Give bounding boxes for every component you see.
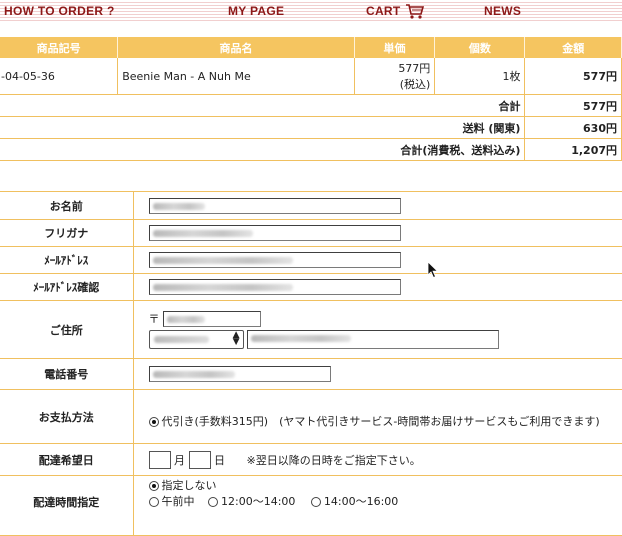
item-quantity: 1枚 xyxy=(434,58,526,95)
address-label: ご住所 xyxy=(0,300,134,359)
month-suffix: 月 xyxy=(174,453,185,467)
order-summary-table: 商品記号 商品名 単価 個数 金額 5-04-05-36 Beenie Man … xyxy=(0,37,622,161)
item-price-value: 577円 xyxy=(398,62,431,75)
time-14-16-radio[interactable] xyxy=(310,497,321,507)
furigana-input[interactable] xyxy=(148,225,401,241)
grand-total-value: 1,207円 xyxy=(524,138,622,161)
table-row: 5-04-05-36 Beenie Man - A Nuh Me 577円 (税… xyxy=(0,58,622,95)
email-confirm-label: ﾒｰﾙｱﾄﾞﾚｽ確認 xyxy=(0,273,134,301)
shipping-value: 630円 xyxy=(524,116,622,139)
customer-form: お名前 フリガナ ﾒｰﾙｱﾄﾞﾚｽ ﾒｰﾙｱﾄﾞﾚｽ確認 ご住所 〒 ▲ ▼ 電… xyxy=(0,191,622,536)
item-code: 5-04-05-36 xyxy=(0,58,119,95)
grand-total-label: 合計(消費税、送料込み) xyxy=(354,138,526,161)
mouse-cursor-icon xyxy=(427,261,439,279)
payment-cod-radio[interactable] xyxy=(148,416,159,427)
top-navigation: HOW TO ORDER ? MY PAGE CART NEWS xyxy=(0,0,622,22)
time-12-14-label: 12:00～14:00 xyxy=(221,495,296,508)
day-suffix: 日 xyxy=(214,453,225,467)
item-amount: 577円 xyxy=(524,58,622,95)
delivery-day-input[interactable] xyxy=(188,450,211,469)
chevron-updown-icon: ▲ ▼ xyxy=(232,329,240,347)
header-product-code: 商品記号 xyxy=(0,37,119,58)
prefecture-select[interactable]: ▲ ▼ xyxy=(148,329,244,349)
nav-news-link[interactable]: NEWS xyxy=(484,3,521,19)
delivery-date-note: ※翌日以降の日時をご指定下さい。 xyxy=(246,453,421,467)
delivery-date-row: 配達希望日 月 日 ※翌日以降の日時をご指定下さい。 xyxy=(0,443,622,476)
email-row: ﾒｰﾙｱﾄﾞﾚｽ xyxy=(0,246,622,274)
item-unit-price: 577円 (税込) xyxy=(354,58,436,95)
order-header-row: 商品記号 商品名 単価 個数 金額 xyxy=(0,37,622,58)
delivery-date-label: 配達希望日 xyxy=(0,443,134,476)
email-label: ﾒｰﾙｱﾄﾞﾚｽ xyxy=(0,246,134,274)
delivery-time-label: 配達時間指定 xyxy=(0,475,134,536)
header-quantity: 個数 xyxy=(434,37,526,58)
delivery-month-input[interactable] xyxy=(148,450,171,469)
delivery-time-row: 配達時間指定 指定しない 午前中 12:00～14:00 14:00～16:00 xyxy=(0,475,622,536)
nav-my-page-link[interactable]: MY PAGE xyxy=(228,3,284,19)
time-12-14-radio[interactable] xyxy=(208,497,218,507)
subtotal-row: 合計 577円 xyxy=(0,94,622,117)
name-input[interactable] xyxy=(148,197,401,214)
time-none-radio[interactable] xyxy=(148,481,159,491)
email-input[interactable] xyxy=(148,252,401,268)
header-unit-price: 単価 xyxy=(354,37,436,58)
postal-mark: 〒 xyxy=(148,312,160,326)
grand-total-row: 合計(消費税、送料込み) 1,207円 xyxy=(0,138,622,161)
subtotal-value: 577円 xyxy=(524,94,622,117)
postal-code-input[interactable] xyxy=(163,311,261,327)
nav-cart-link[interactable]: CART xyxy=(366,3,401,19)
shipping-row: 送料 (関東) 630円 xyxy=(0,116,622,139)
nav-how-to-order-link[interactable]: HOW TO ORDER ? xyxy=(4,3,115,19)
header-amount: 金額 xyxy=(524,37,622,58)
payment-label: お支払方法 xyxy=(0,389,134,444)
furigana-label: フリガナ xyxy=(0,219,134,247)
item-name: Beenie Man - A Nuh Me xyxy=(117,58,355,95)
address-row: ご住所 〒 ▲ ▼ xyxy=(0,300,622,359)
time-14-16-label: 14:00～16:00 xyxy=(323,495,399,508)
time-none-label: 指定しない xyxy=(161,479,217,492)
name-label: お名前 xyxy=(0,191,134,220)
phone-label: 電話番号 xyxy=(0,358,134,390)
email-confirm-input[interactable] xyxy=(148,279,401,295)
payment-row: お支払方法 代引き(手数料315円) (ヤマト代引きサービス-時間帯お届けサービ… xyxy=(0,389,622,444)
name-row: お名前 xyxy=(0,191,622,220)
time-morning-label: 午前中 xyxy=(161,495,195,508)
shipping-label: 送料 (関東) xyxy=(434,116,526,139)
time-morning-radio[interactable] xyxy=(148,497,159,507)
email-confirm-row: ﾒｰﾙｱﾄﾞﾚｽ確認 xyxy=(0,273,622,301)
payment-cod-label: 代引き(手数料315円) (ヤマト代引きサービス-時間帯お届けサービスもご利用で… xyxy=(161,414,600,428)
address-input[interactable] xyxy=(247,329,499,349)
cart-icon[interactable] xyxy=(405,3,425,19)
subtotal-label: 合計 xyxy=(434,94,526,117)
phone-row: 電話番号 xyxy=(0,358,622,390)
furigana-row: フリガナ xyxy=(0,219,622,247)
item-price-note: (税込) xyxy=(399,78,431,91)
phone-input[interactable] xyxy=(148,366,331,382)
header-product-name: 商品名 xyxy=(117,37,355,58)
